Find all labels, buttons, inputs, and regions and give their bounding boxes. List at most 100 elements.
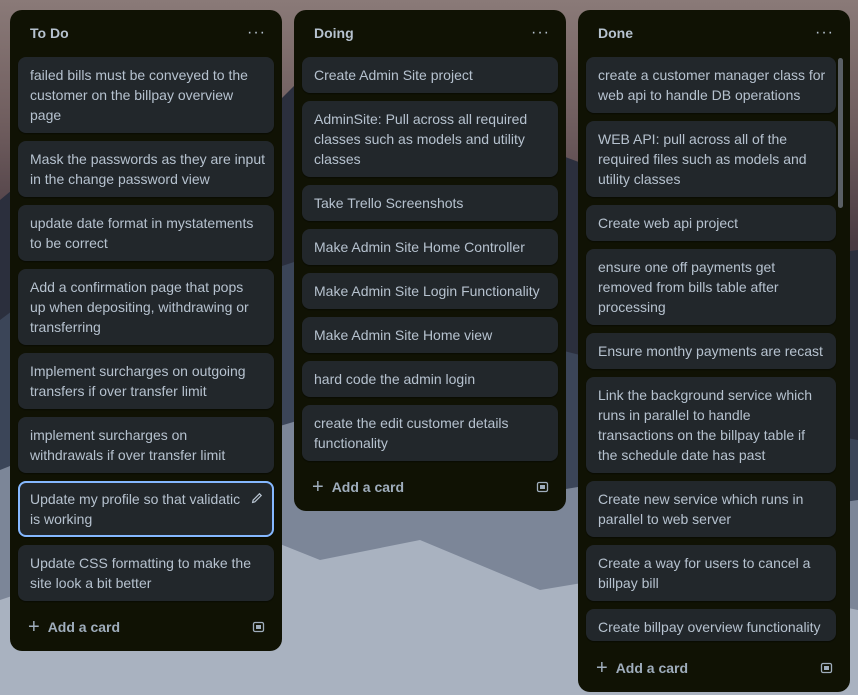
card-selected[interactable]: Update my profile so that validatic is w… [18, 481, 274, 537]
more-horizontal-icon[interactable]: ··· [243, 22, 270, 44]
add-card-label: Add a card [331, 479, 405, 495]
card[interactable]: failed bills must be conveyed to the cus… [18, 57, 274, 133]
card-text-line: Add a confirmation page that pops [30, 279, 244, 295]
more-horizontal-icon[interactable]: ··· [811, 22, 838, 44]
plus-icon: + [596, 657, 608, 679]
card-text-line: to be correct [30, 235, 108, 251]
card-text-line: site look a bit better [30, 575, 152, 591]
card-text-line: required files such as models and [598, 151, 807, 167]
card[interactable]: Create new service which runs in paralle… [586, 481, 836, 537]
add-card-label: Add a card [615, 660, 689, 676]
card[interactable]: Make Admin Site Login Functionality [302, 273, 558, 309]
card-text-line: is working [30, 511, 93, 527]
card[interactable]: create a customer manager class for web … [586, 57, 836, 113]
card-text-line: Update CSS formatting to make the [30, 555, 251, 571]
card-text-line: WEB API: pull across all of the [598, 131, 788, 147]
list-header: To Do ··· [10, 10, 282, 56]
add-card-label: Add a card [47, 619, 121, 635]
card-text-line: up when depositing, withdrawing or [30, 299, 249, 315]
list-title[interactable]: Doing [314, 25, 354, 41]
card[interactable]: Make Admin Site Home view [302, 317, 558, 353]
card-text-line: Make Admin Site Home view [314, 327, 493, 343]
card-text-line: Create new service which runs in [598, 491, 804, 507]
add-card-button[interactable]: + Add a card [596, 658, 688, 678]
card[interactable]: Make Admin Site Home Controller [302, 229, 558, 265]
plus-icon: + [28, 616, 40, 638]
card-text-line: classes [314, 151, 361, 167]
card-text-line: Link the background service which [598, 387, 813, 403]
card-text-line: billpay bill [598, 575, 659, 591]
card-template-icon[interactable] [820, 661, 834, 675]
add-card-button[interactable]: + Add a card [28, 617, 120, 637]
card[interactable]: Create billpay overview functionality [586, 609, 836, 641]
card[interactable]: Link the background service which runs i… [586, 377, 836, 473]
add-card-row: + Add a card [302, 471, 558, 503]
list-title[interactable]: To Do [30, 25, 69, 41]
list-to-do: To Do ··· failed bills must be conveyed … [10, 10, 282, 651]
card-text-line: create a customer manager class for [598, 67, 826, 83]
card[interactable]: Mask the passwords as they are input in … [18, 141, 274, 197]
card-text-line: transferring [30, 319, 101, 335]
card[interactable]: update date format in mystatements to be… [18, 205, 274, 261]
card-text-line: Take Trello Screenshots [314, 195, 464, 211]
card-text-line: Create billpay overview functionality [598, 619, 821, 635]
card-text-line: transfers if over transfer limit [30, 383, 207, 399]
add-card-button[interactable]: + Add a card [312, 477, 404, 497]
card[interactable]: WEB API: pull across all of the required… [586, 121, 836, 197]
add-card-row: + Add a card [586, 652, 842, 684]
card[interactable]: Ensure monthy payments are recast [586, 333, 836, 369]
card-text-line: transactions on the billpay table if [598, 427, 806, 443]
card-text-line: Implement surcharges on outgoing [30, 363, 246, 379]
card[interactable]: Create Admin Site project [302, 57, 558, 93]
card[interactable]: Create a way for users to cancel a billp… [586, 545, 836, 601]
card[interactable]: hard code the admin login [302, 361, 558, 397]
card-text-line: Make Admin Site Login Functionality [314, 283, 540, 299]
card-text-line: removed from bills table after [598, 279, 779, 295]
card-text-line: runs in parallel to handle [598, 407, 751, 423]
card-text-line: page [30, 107, 62, 123]
card-text-line: create the edit customer details [314, 415, 509, 431]
card-text-line: update date format in mystatements [30, 215, 254, 231]
card-text-line: failed bills must be conveyed to the [30, 67, 248, 83]
card-text-line: the schedule date has past [598, 447, 766, 463]
card[interactable]: Implement surcharges on outgoing transfe… [18, 353, 274, 409]
card-text-line: functionality [314, 435, 388, 451]
card[interactable]: create the edit customer details functio… [302, 405, 558, 461]
card-text-line: implement surcharges on [30, 427, 188, 443]
pencil-icon[interactable] [250, 491, 264, 505]
list-doing: Doing ··· Create Admin Site project Admi… [294, 10, 566, 511]
card[interactable]: Create web api project [586, 205, 836, 241]
card-text-line: parallel to web server [598, 511, 732, 527]
card-text-line: customer on the billpay overview [30, 87, 234, 103]
card-text-line: AdminSite: Pull across all required [314, 111, 528, 127]
card-text-line: in the change password view [30, 171, 210, 187]
card-text-line: Create Admin Site project [314, 67, 473, 83]
card[interactable]: ensure one off payments get removed from… [586, 249, 836, 325]
card[interactable]: Update CSS formatting to make the site l… [18, 545, 274, 601]
card-text-line: Create web api project [598, 215, 739, 231]
card[interactable]: Take Trello Screenshots [302, 185, 558, 221]
card-text-line: Ensure monthy payments are recast [598, 343, 823, 359]
plus-icon: + [312, 476, 324, 498]
card-template-icon[interactable] [252, 620, 266, 634]
list-header: Doing ··· [294, 10, 566, 56]
list-header: Done ··· [578, 10, 850, 56]
card-text-line: Make Admin Site Home Controller [314, 239, 525, 255]
card-text-line: classes such as models and utility [314, 131, 525, 147]
card-text-line: hard code the admin login [314, 371, 476, 387]
list-done: Done ··· create a customer manager class… [578, 10, 850, 692]
card-text-line: Mask the passwords as they are input [30, 151, 266, 167]
card[interactable]: Add a confirmation page that pops up whe… [18, 269, 274, 345]
card[interactable]: implement surcharges on withdrawals if o… [18, 417, 274, 473]
card-text-line: withdrawals if over transfer limit [30, 447, 226, 463]
card-text-line: Update my profile so that validatic [30, 491, 241, 507]
list-scrollbar-thumb[interactable] [838, 58, 843, 208]
card[interactable]: AdminSite: Pull across all required clas… [302, 101, 558, 177]
card-text-line: ensure one off payments get [598, 259, 776, 275]
card-text-line: processing [598, 299, 666, 315]
more-horizontal-icon[interactable]: ··· [527, 22, 554, 44]
card-text-line: Create a way for users to cancel a [598, 555, 811, 571]
card-text-line: utility classes [598, 171, 681, 187]
card-template-icon[interactable] [536, 480, 550, 494]
list-title[interactable]: Done [598, 25, 633, 41]
